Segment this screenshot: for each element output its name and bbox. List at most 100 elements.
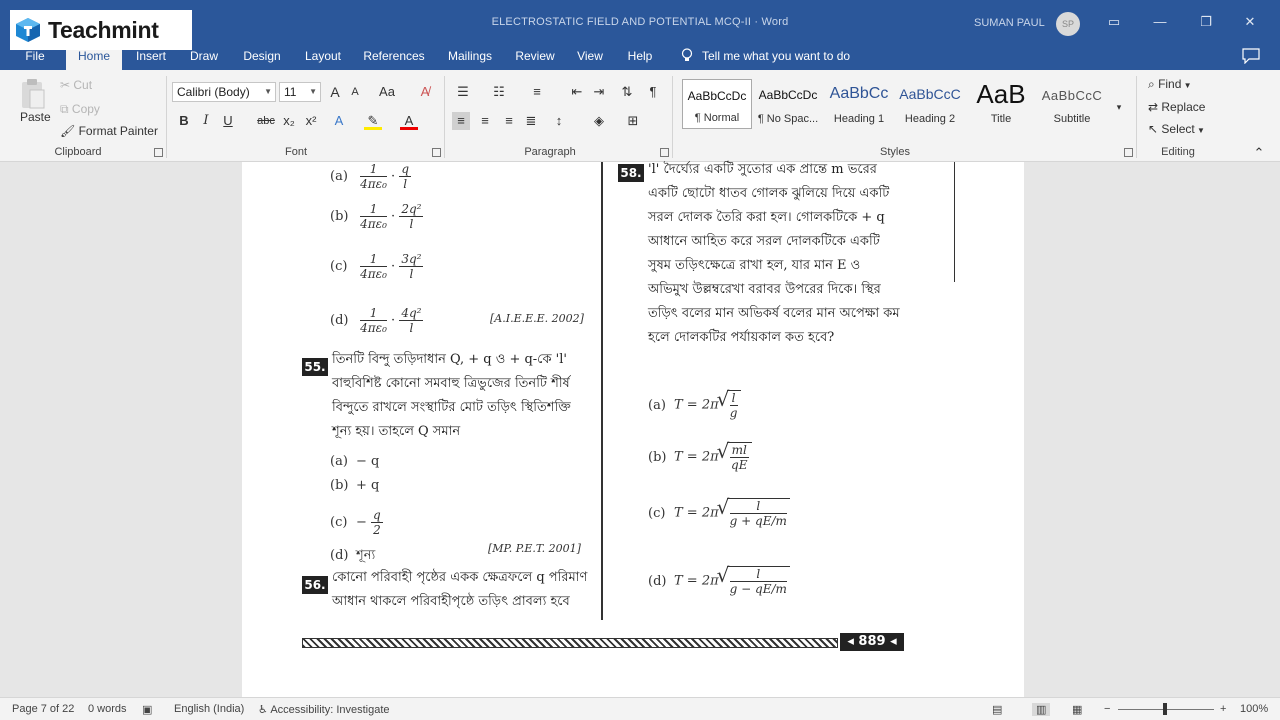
avatar[interactable]: SP	[1056, 12, 1080, 36]
tab-mailings[interactable]: Mailings	[440, 44, 500, 70]
read-mode-icon[interactable]: ▤	[992, 703, 1002, 716]
tab-view[interactable]: View	[570, 44, 610, 70]
style-subtitle[interactable]: AaBbCcC Subtitle	[1037, 79, 1107, 129]
ribbon-display-icon[interactable]: ▭	[1100, 10, 1128, 34]
strikethrough-button[interactable]: abc	[254, 112, 278, 130]
highlighter-icon[interactable]: ✎	[364, 112, 382, 130]
q54-option-a: (a) 1 4πε₀ · ql	[330, 162, 412, 191]
align-right-icon[interactable]: ≡	[500, 112, 518, 130]
close-icon[interactable]: ✕	[1236, 10, 1264, 34]
tab-references[interactable]: References	[358, 44, 430, 70]
font-color-icon[interactable]: A	[400, 112, 418, 130]
fraction: 1 4πε₀	[360, 306, 387, 335]
option-label: (b)	[330, 209, 349, 224]
numerator: 1	[360, 162, 387, 177]
style-title[interactable]: AaB Title	[966, 79, 1036, 129]
document-area[interactable]: (a) 1 4πε₀ · ql (b) 1 4πε₀ · 2q² l (c) 1 4πε…	[0, 162, 1280, 697]
denominator: g	[729, 406, 738, 420]
fraction: 4q² l	[399, 306, 424, 335]
bullets-icon[interactable]: ☰	[454, 83, 472, 101]
denominator: 2	[373, 523, 381, 537]
increase-indent-icon[interactable]: ⇥	[590, 83, 608, 101]
subscript-button[interactable]: x₂	[280, 112, 298, 130]
style-preview: AaBbCcDc	[758, 88, 818, 102]
clipboard-launcher-icon[interactable]	[154, 148, 163, 157]
web-layout-icon[interactable]: ▦	[1072, 703, 1082, 716]
zoom-slider-thumb[interactable]	[1163, 703, 1167, 715]
style-normal[interactable]: AaBbCcDc ¶ Normal	[682, 79, 752, 129]
style-heading-1[interactable]: AaBbCc Heading 1	[824, 79, 894, 129]
comments-icon[interactable]	[1242, 48, 1260, 64]
italic-label: I	[203, 113, 209, 128]
proofing-icon[interactable]: ▣	[142, 703, 152, 716]
paragraph-label: Paragraph	[524, 146, 576, 158]
style-heading-2[interactable]: AaBbCcC Heading 2	[895, 79, 965, 129]
tab-design[interactable]: Design	[236, 44, 288, 70]
clear-formatting-icon[interactable]: A̸	[416, 83, 434, 101]
zoom-level[interactable]: 100%	[1240, 703, 1268, 715]
italic-button[interactable]: I	[197, 112, 215, 130]
language[interactable]: English (India)	[174, 703, 244, 715]
user-name[interactable]: SUMAN PAUL	[974, 17, 1045, 29]
denominator: g + qE/m	[729, 514, 787, 528]
shading-icon[interactable]: ◈	[590, 112, 608, 130]
option-prefix: T = 2π	[674, 397, 719, 413]
justify-icon[interactable]: ≣	[522, 112, 540, 130]
font-name-select[interactable]: Calibri (Body) ▼	[172, 82, 276, 102]
select-button[interactable]: ↖ Select ▼	[1148, 122, 1205, 136]
superscript-button[interactable]: x²	[302, 112, 320, 130]
page-number: 889	[858, 634, 886, 649]
bold-button[interactable]: B	[175, 112, 193, 130]
underline-button[interactable]: U	[219, 112, 237, 130]
styles-more-icon[interactable]: ▾	[1110, 98, 1128, 116]
style-no-spacing[interactable]: AaBbCcDc ¶ No Spac...	[753, 79, 823, 129]
accessibility-status[interactable]: ♿ Accessibility: Investigate	[258, 703, 390, 716]
pilcrow-icon[interactable]: ¶	[644, 83, 662, 101]
q55-option-a: (a) − q	[330, 454, 379, 469]
copy-button[interactable]: ⧉ Copy	[60, 102, 100, 117]
numbering-icon[interactable]: ☷	[490, 83, 508, 101]
align-left-icon[interactable]: ≡	[452, 112, 470, 130]
word-count[interactable]: 0 words	[88, 703, 127, 715]
styles-launcher-icon[interactable]	[1124, 148, 1133, 157]
collapse-ribbon-icon[interactable]: ⌃	[1250, 144, 1268, 162]
page-count[interactable]: Page 7 of 22	[12, 703, 74, 715]
paste-icon[interactable]	[20, 78, 46, 110]
style-preview: AaBbCcDc	[687, 89, 747, 103]
tell-me-search[interactable]: Tell me what you want to do	[680, 44, 850, 70]
numerator: 1	[360, 252, 387, 267]
print-layout-icon[interactable]: ▥	[1032, 703, 1051, 716]
grow-font-icon[interactable]: A	[326, 83, 344, 101]
text-effects-icon[interactable]: A	[330, 112, 348, 130]
align-center-icon[interactable]: ≡	[476, 112, 494, 130]
line-spacing-icon[interactable]: ↕	[550, 112, 568, 130]
borders-icon[interactable]: ⊞	[624, 112, 642, 130]
zoom-in-icon[interactable]: +	[1220, 703, 1226, 715]
cut-button[interactable]: ✂ Cut	[60, 78, 92, 92]
minimize-icon[interactable]: —	[1146, 10, 1174, 34]
change-case-icon[interactable]: Aa	[376, 83, 398, 101]
group-separator	[1136, 76, 1137, 158]
find-button[interactable]: ⌕ Find ▼	[1148, 77, 1192, 92]
restore-icon[interactable]: ❐	[1192, 10, 1220, 34]
shrink-font-icon[interactable]: A	[346, 83, 364, 101]
multilevel-list-icon[interactable]: ≡	[528, 83, 546, 101]
format-painter-button[interactable]: 🖌 Format Painter	[60, 124, 158, 138]
font-label: Font	[284, 146, 307, 158]
font-size-select[interactable]: 11 ▼	[279, 82, 321, 102]
sort-icon[interactable]: ⇅	[618, 83, 636, 101]
paste-button[interactable]: Paste	[20, 110, 51, 124]
page-number-badge: ◂ 889 ◂	[840, 633, 904, 651]
tab-layout[interactable]: Layout	[298, 44, 348, 70]
replace-button[interactable]: ⇄ Replace	[1148, 100, 1205, 114]
document-page[interactable]: (a) 1 4πε₀ · ql (b) 1 4πε₀ · 2q² l (c) 1 4πε…	[242, 162, 1024, 697]
decrease-indent-icon[interactable]: ⇤	[568, 83, 586, 101]
tab-help[interactable]: Help	[620, 44, 660, 70]
tab-review[interactable]: Review	[510, 44, 560, 70]
style-name: ¶ No Spac...	[757, 113, 819, 125]
zoom-out-icon[interactable]: −	[1104, 703, 1110, 715]
fraction: ql	[399, 162, 412, 191]
font-launcher-icon[interactable]	[432, 148, 441, 157]
brand-name: Teachmint	[48, 16, 159, 43]
paragraph-launcher-icon[interactable]	[660, 148, 669, 157]
